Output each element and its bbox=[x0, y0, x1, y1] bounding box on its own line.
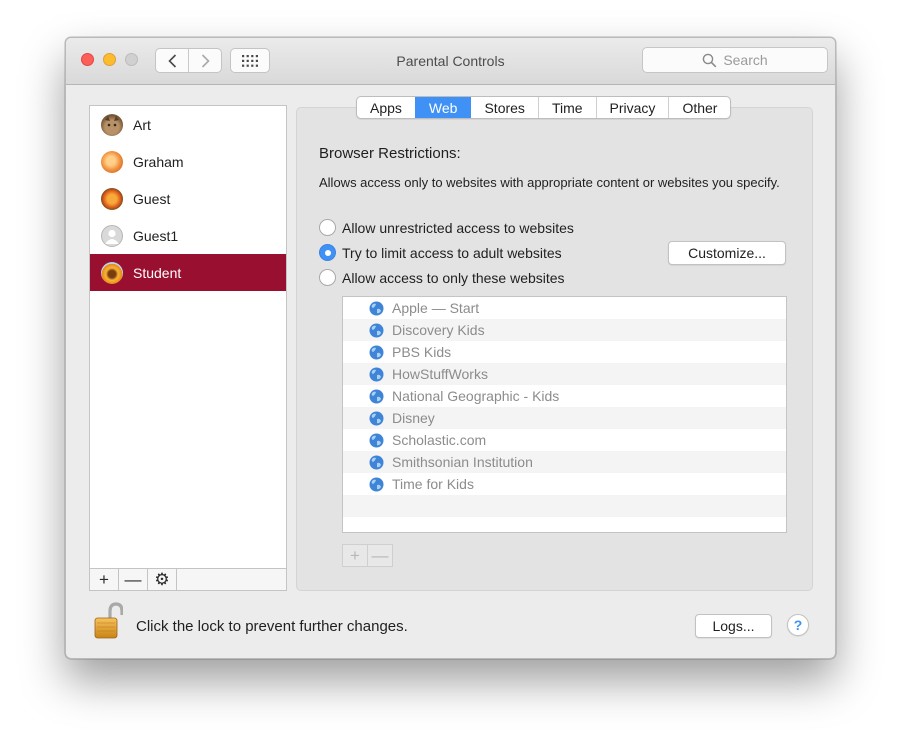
radio-label: Try to limit access to adult websites bbox=[342, 244, 562, 261]
globe-icon bbox=[369, 301, 384, 315]
globe-icon bbox=[369, 345, 384, 359]
user-name: Guest bbox=[133, 190, 171, 207]
globe-icon bbox=[369, 389, 384, 403]
list-item[interactable]: Discovery Kids bbox=[343, 319, 786, 341]
site-name: Smithsonian Institution bbox=[392, 454, 533, 470]
orange-avatar bbox=[101, 150, 123, 173]
add-user-button[interactable]: + bbox=[90, 569, 119, 590]
radio-label: Allow unrestricted access to websites bbox=[342, 219, 574, 236]
tab-time[interactable]: Time bbox=[537, 97, 596, 118]
tab-web[interactable]: Web bbox=[414, 97, 471, 118]
search-field[interactable]: Search bbox=[642, 47, 828, 73]
radio-button[interactable] bbox=[319, 219, 336, 236]
cat-avatar bbox=[101, 113, 123, 136]
category-tabs: Apps Web Stores Time Privacy Other bbox=[356, 96, 732, 119]
gear-icon: ⚙ bbox=[154, 570, 170, 589]
radio-limit-adult[interactable]: Try to limit access to adult websites bbox=[319, 244, 562, 261]
globe-icon bbox=[369, 367, 384, 381]
tab-other[interactable]: Other bbox=[668, 97, 730, 118]
list-item[interactable]: Apple — Start bbox=[343, 297, 786, 319]
globe-icon bbox=[369, 411, 384, 425]
user-name: Student bbox=[133, 264, 182, 281]
allowed-websites-list: Apple — Start Discovery Kids PBS Kids Ho… bbox=[342, 296, 787, 533]
radio-button[interactable] bbox=[319, 269, 336, 286]
site-name: Apple — Start bbox=[392, 300, 480, 316]
list-item[interactable]: Time for Kids bbox=[343, 473, 786, 495]
section-title: Browser Restrictions: bbox=[319, 145, 461, 162]
list-item[interactable]: Smithsonian Institution bbox=[343, 451, 786, 473]
tab-privacy[interactable]: Privacy bbox=[595, 97, 669, 118]
site-name: PBS Kids bbox=[392, 344, 452, 360]
add-website-button[interactable]: + bbox=[343, 545, 367, 566]
remove-website-button[interactable]: — bbox=[367, 545, 392, 566]
radio-only-these[interactable]: Allow access to only these websites bbox=[319, 269, 565, 286]
radio-button[interactable] bbox=[319, 244, 336, 261]
site-name: Time for Kids bbox=[392, 476, 474, 492]
user-row-student[interactable]: Student bbox=[90, 254, 286, 291]
radio-label: Allow access to only these websites bbox=[342, 269, 565, 286]
list-item[interactable]: HowStuffWorks bbox=[343, 363, 786, 385]
user-action-button[interactable]: ⚙ bbox=[148, 569, 177, 590]
lock-status-text: Click the lock to prevent further change… bbox=[136, 618, 408, 635]
remove-user-button[interactable]: — bbox=[119, 569, 148, 590]
section-description: Allows access only to websites with appr… bbox=[319, 175, 780, 190]
list-item[interactable]: Disney bbox=[343, 407, 786, 429]
lock-icon[interactable] bbox=[93, 602, 124, 643]
site-name: Disney bbox=[392, 410, 435, 426]
empty-row bbox=[343, 495, 786, 517]
flower-avatar bbox=[101, 187, 123, 210]
globe-icon bbox=[369, 323, 384, 337]
user-name: Graham bbox=[133, 153, 184, 170]
generic-user-avatar bbox=[101, 224, 123, 247]
customize-button[interactable]: Customize... bbox=[668, 241, 786, 265]
user-name: Art bbox=[133, 116, 151, 133]
help-button[interactable]: ? bbox=[787, 614, 809, 636]
tab-apps[interactable]: Apps bbox=[357, 97, 415, 118]
user-row-guest1[interactable]: Guest1 bbox=[90, 217, 286, 254]
user-list-toolbar: + — ⚙ bbox=[89, 568, 287, 591]
list-item[interactable]: Scholastic.com bbox=[343, 429, 786, 451]
site-name: Scholastic.com bbox=[392, 432, 487, 448]
sunflower-avatar bbox=[101, 261, 123, 284]
user-list: Art Graham Guest Guest1 Student bbox=[89, 105, 287, 591]
radio-unrestricted[interactable]: Allow unrestricted access to websites bbox=[319, 219, 574, 236]
globe-icon bbox=[369, 477, 384, 491]
logs-button[interactable]: Logs... bbox=[695, 614, 772, 638]
globe-icon bbox=[369, 455, 384, 469]
search-placeholder: Search bbox=[723, 52, 768, 68]
user-row-art[interactable]: Art bbox=[90, 106, 286, 143]
tab-stores[interactable]: Stores bbox=[470, 97, 537, 118]
site-name: National Geographic - Kids bbox=[392, 388, 560, 404]
site-name: HowStuffWorks bbox=[392, 366, 488, 382]
globe-icon bbox=[369, 433, 384, 447]
website-list-toolbar: + — bbox=[342, 544, 393, 567]
parental-controls-window: Parental Controls Search Art Graham Gues… bbox=[65, 37, 836, 659]
user-row-guest[interactable]: Guest bbox=[90, 180, 286, 217]
search-icon bbox=[703, 53, 717, 67]
site-name: Discovery Kids bbox=[392, 322, 485, 338]
user-name: Guest1 bbox=[133, 227, 179, 244]
user-row-graham[interactable]: Graham bbox=[90, 143, 286, 180]
list-item[interactable]: National Geographic - Kids bbox=[343, 385, 786, 407]
list-item[interactable]: PBS Kids bbox=[343, 341, 786, 363]
title-bar: Parental Controls Search bbox=[66, 38, 835, 85]
